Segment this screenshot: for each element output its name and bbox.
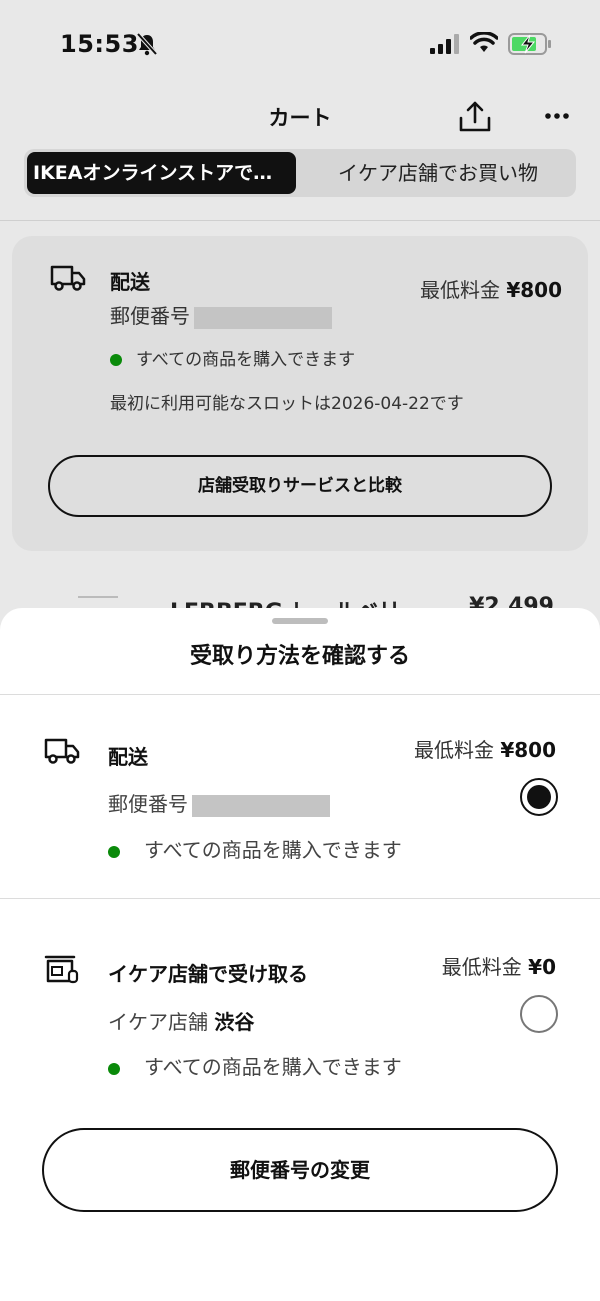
available-dot-icon: [108, 1062, 120, 1075]
availability-text: すべての商品を購入できます: [144, 838, 402, 862]
pickup-method-sheet: 受取り方法を確認する 配送 最低料金 ¥800 郵便番号 すべての商品を購入でき…: [0, 608, 600, 1301]
page-title: カート: [268, 106, 332, 130]
tab-online-store[interactable]: IKEAオンラインストアで…: [27, 152, 296, 194]
delivery-option-price: 最低料金 ¥800: [414, 734, 556, 763]
option-divider: [0, 898, 600, 899]
price-label: 最低料金: [413, 738, 494, 762]
silent-bell-icon: [136, 32, 158, 56]
price-value: ¥800: [506, 278, 562, 302]
truck-icon: [44, 738, 80, 764]
delivery-min-price: 最低料金 ¥800: [420, 274, 562, 303]
header-divider: [0, 220, 600, 221]
delivery-option-title: 配送: [108, 745, 148, 769]
store-pickup-availability: すべての商品を購入できます: [108, 1051, 402, 1080]
store-pickup-option-title: イケア店舗で受け取る: [108, 962, 308, 986]
postal-label: 郵便番号: [108, 792, 188, 816]
store-pickup-option-price: 最低料金 ¥0: [442, 951, 556, 980]
store-name: 渋谷: [214, 1010, 255, 1034]
sheet-title: 受取り方法を確認する: [189, 644, 410, 669]
status-bar: 15:53: [0, 0, 600, 90]
redacted-postal-code: [192, 794, 330, 817]
shopping-mode-segmented-control: IKEAオンラインストアで… イケア店舗でお買い物: [24, 149, 576, 197]
price-label: 最低料金: [419, 278, 500, 302]
delivery-availability: すべての商品を購入できます: [108, 834, 402, 863]
store-label: イケア店舗: [108, 1010, 208, 1034]
availability-text: すべての商品を購入できます: [144, 1055, 402, 1079]
more-options-icon[interactable]: [544, 112, 570, 120]
compare-pickup-button[interactable]: 店舗受取りサービスと比較: [48, 455, 552, 517]
sheet-divider: [0, 694, 600, 695]
status-time: 15:53: [60, 30, 139, 58]
redacted-postal-code: [194, 306, 332, 329]
delivery-radio-button[interactable]: [520, 778, 558, 816]
store-pickup-radio-button[interactable]: [520, 995, 558, 1033]
truck-icon: [50, 265, 86, 291]
available-dot-icon: [110, 354, 122, 366]
battery-charging-icon: [508, 33, 551, 55]
availability-text: すべての商品を購入できます: [136, 350, 356, 370]
available-dot-icon: [108, 845, 120, 858]
price-value: ¥800: [500, 738, 556, 762]
cellular-signal-icon: [430, 34, 459, 54]
wifi-icon: [470, 32, 498, 52]
tab-store-shopping[interactable]: イケア店舗でお買い物: [304, 152, 572, 194]
cart-product-row: LERBERG レールベリ ¥2,499: [0, 580, 600, 610]
sheet-grabber-handle[interactable]: [272, 618, 328, 624]
change-postal-code-button[interactable]: 郵便番号の変更: [42, 1128, 558, 1212]
first-slot-text: 最初に利用可能なスロットは2026-04-22です: [110, 394, 464, 414]
postal-label: 郵便番号: [110, 304, 190, 328]
availability-status: すべての商品を購入できます: [110, 345, 355, 370]
postal-code-row: 郵便番号: [110, 300, 332, 329]
delivery-summary-card: 配送 最低料金 ¥800 郵便番号 すべての商品を購入できます 最初に利用可能な…: [12, 236, 588, 551]
store-icon: [44, 955, 79, 984]
store-name-row: イケア店舗 渋谷: [108, 1006, 254, 1035]
delivery-postal-row: 郵便番号: [108, 788, 330, 817]
price-label: 最低料金: [441, 955, 522, 979]
price-value: ¥0: [528, 955, 556, 979]
delivery-title: 配送: [110, 270, 150, 294]
share-icon[interactable]: [458, 100, 492, 134]
